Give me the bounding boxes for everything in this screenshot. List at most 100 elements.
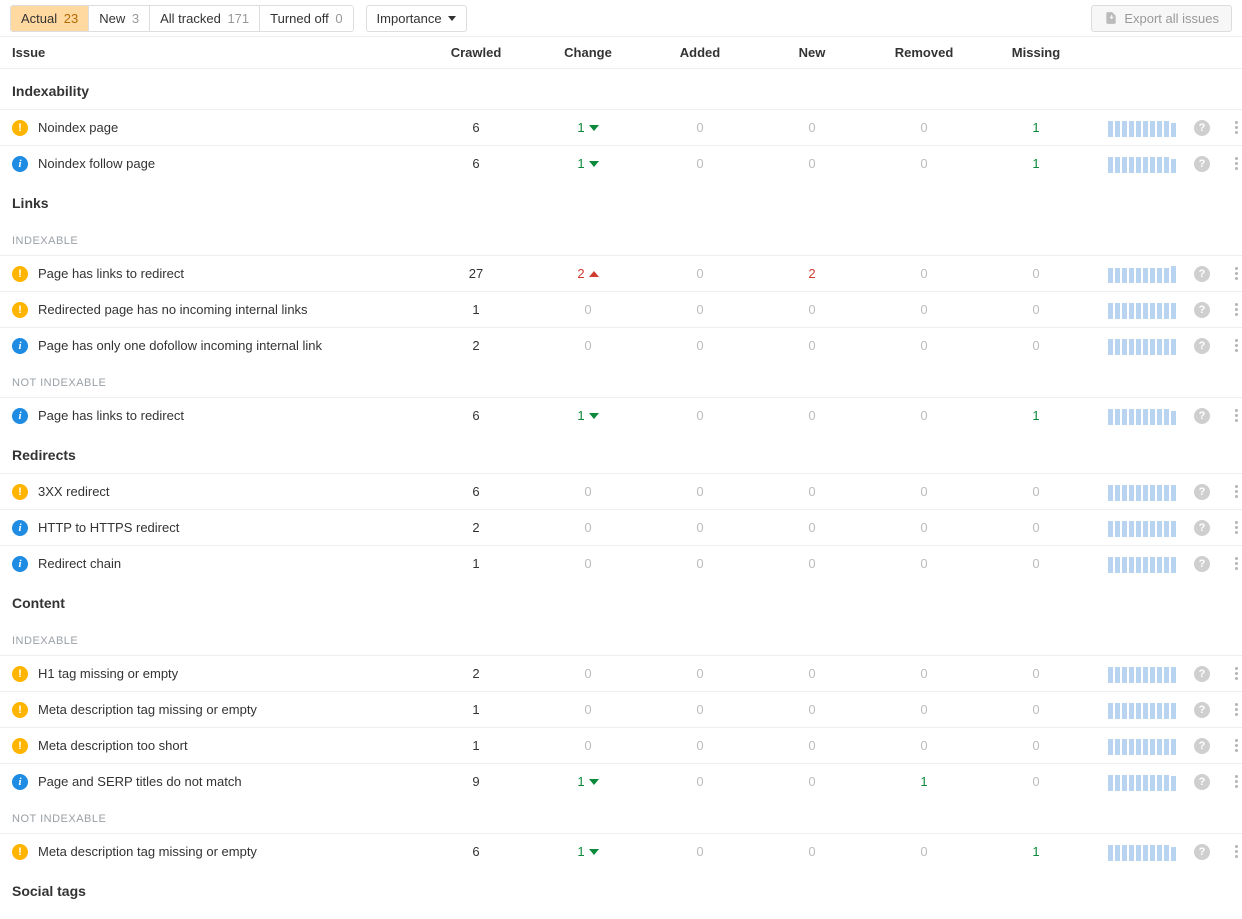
cell-missing: 0 [980, 520, 1092, 535]
tab-new[interactable]: New 3 [89, 6, 150, 31]
sparkline [1108, 665, 1176, 683]
sort-dropdown[interactable]: Importance [366, 5, 467, 32]
tab-turned-off[interactable]: Turned off 0 [260, 6, 352, 31]
cell-added: 0 [644, 120, 756, 135]
issue-row[interactable]: iPage has links to redirect610001? [0, 397, 1242, 433]
col-removed[interactable]: Removed [868, 45, 980, 60]
help-icon[interactable]: ? [1194, 266, 1210, 282]
issue-row[interactable]: !Meta description tag missing or empty10… [0, 691, 1242, 727]
subgroup-header: NOT INDEXABLE [0, 799, 1242, 833]
subgroup-header: INDEXABLE [0, 621, 1242, 655]
cell-crawled: 1 [420, 702, 532, 717]
cell-removed: 0 [868, 408, 980, 423]
cell-removed: 0 [868, 484, 980, 499]
sparkline [1108, 265, 1176, 283]
help-icon[interactable]: ? [1194, 156, 1210, 172]
issue-name: Noindex page [38, 120, 118, 135]
cell-change: 0 [532, 666, 644, 681]
help-icon[interactable]: ? [1194, 408, 1210, 424]
cell-new: 0 [756, 302, 868, 317]
help-icon[interactable]: ? [1194, 774, 1210, 790]
cell-issue: iRedirect chain [10, 556, 420, 572]
cell-crawled: 9 [420, 774, 532, 789]
more-menu-icon[interactable] [1228, 338, 1242, 354]
more-menu-icon[interactable] [1228, 702, 1242, 718]
more-menu-icon[interactable] [1228, 484, 1242, 500]
help-icon[interactable]: ? [1194, 302, 1210, 318]
cell-crawled: 2 [420, 520, 532, 535]
tab-actual[interactable]: Actual 23 [11, 6, 89, 31]
help-icon[interactable]: ? [1194, 520, 1210, 536]
more-menu-icon[interactable] [1228, 408, 1242, 424]
sparkline [1108, 555, 1176, 573]
group-header: Redirects [0, 433, 1242, 473]
issues-table: Indexability!Noindex page610001?iNoindex… [0, 69, 1242, 909]
more-menu-icon[interactable] [1228, 266, 1242, 282]
warning-icon: ! [12, 666, 28, 682]
cell-new: 0 [756, 844, 868, 859]
help-icon[interactable]: ? [1194, 738, 1210, 754]
issue-row[interactable]: iPage has only one dofollow incoming int… [0, 327, 1242, 363]
help-icon[interactable]: ? [1194, 484, 1210, 500]
export-button[interactable]: Export all issues [1091, 5, 1232, 32]
issue-row[interactable]: !Page has links to redirect2720200? [0, 255, 1242, 291]
tab-label: New [99, 11, 125, 26]
more-menu-icon[interactable] [1228, 520, 1242, 536]
cell-missing: 1 [980, 120, 1092, 135]
issue-row[interactable]: iNoindex follow page610001? [0, 145, 1242, 181]
tab-count: 23 [64, 11, 78, 26]
warning-icon: ! [12, 120, 28, 136]
table-header: Issue Crawled Change Added New Removed M… [0, 36, 1242, 69]
cell-added: 0 [644, 702, 756, 717]
help-icon[interactable]: ? [1194, 338, 1210, 354]
trend-down-icon [589, 849, 599, 855]
cell-added: 0 [644, 266, 756, 281]
issue-row[interactable]: iRedirect chain100000? [0, 545, 1242, 581]
trend-down-icon [589, 161, 599, 167]
issue-name: Meta description too short [38, 738, 188, 753]
issue-row[interactable]: !Noindex page610001? [0, 109, 1242, 145]
cell-added: 0 [644, 484, 756, 499]
col-missing[interactable]: Missing [980, 45, 1092, 60]
col-added[interactable]: Added [644, 45, 756, 60]
issue-row[interactable]: !3XX redirect600000? [0, 473, 1242, 509]
group-header: Content [0, 581, 1242, 621]
more-menu-icon[interactable] [1228, 738, 1242, 754]
warning-icon: ! [12, 738, 28, 754]
cell-change: 1 [532, 844, 644, 859]
issue-row[interactable]: iPage and SERP titles do not match910010… [0, 763, 1242, 799]
more-menu-icon[interactable] [1228, 120, 1242, 136]
more-menu-icon[interactable] [1228, 156, 1242, 172]
cell-added: 0 [644, 408, 756, 423]
issue-row[interactable]: !Redirected page has no incoming interna… [0, 291, 1242, 327]
cell-change: 0 [532, 302, 644, 317]
cell-added: 0 [644, 666, 756, 681]
col-new[interactable]: New [756, 45, 868, 60]
help-icon[interactable]: ? [1194, 702, 1210, 718]
issue-row[interactable]: !Meta description tag missing or empty61… [0, 833, 1242, 869]
issue-row[interactable]: !H1 tag missing or empty200000? [0, 655, 1242, 691]
cell-issue: iPage has only one dofollow incoming int… [10, 338, 420, 354]
col-crawled[interactable]: Crawled [420, 45, 532, 60]
more-menu-icon[interactable] [1228, 844, 1242, 860]
col-issue[interactable]: Issue [10, 45, 420, 60]
col-change[interactable]: Change [532, 45, 644, 60]
help-icon[interactable]: ? [1194, 666, 1210, 682]
more-menu-icon[interactable] [1228, 666, 1242, 682]
issue-row[interactable]: !Meta description too short100000? [0, 727, 1242, 763]
tab-all-tracked[interactable]: All tracked 171 [150, 6, 260, 31]
trend-down-icon [589, 413, 599, 419]
cell-issue: !H1 tag missing or empty [10, 666, 420, 682]
help-icon[interactable]: ? [1194, 556, 1210, 572]
help-icon[interactable]: ? [1194, 844, 1210, 860]
sparkline [1108, 337, 1176, 355]
more-menu-icon[interactable] [1228, 302, 1242, 318]
cell-change: 1 [532, 408, 644, 423]
cell-added: 0 [644, 520, 756, 535]
help-icon[interactable]: ? [1194, 120, 1210, 136]
more-menu-icon[interactable] [1228, 556, 1242, 572]
issue-row[interactable]: iHTTP to HTTPS redirect200000? [0, 509, 1242, 545]
more-menu-icon[interactable] [1228, 774, 1242, 790]
filter-tabs: Actual 23New 3All tracked 171Turned off … [10, 5, 354, 32]
info-icon: i [12, 408, 28, 424]
